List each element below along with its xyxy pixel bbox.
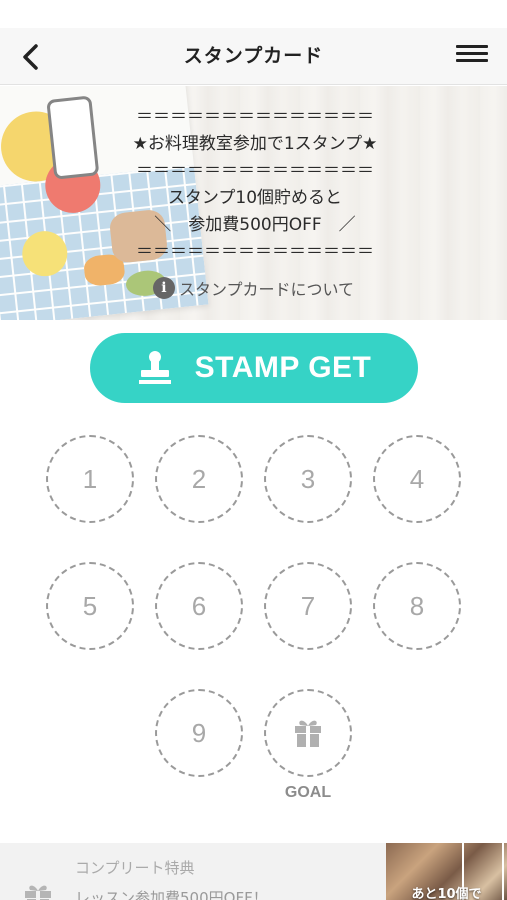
stamp-get-button[interactable]: STAMP GET [90,333,418,403]
stamp-slot: 2 [155,435,243,523]
menu-button[interactable] [455,41,489,71]
info-icon: i [152,277,175,299]
gift-icon [295,720,321,747]
banner-line: スタンプ10個貯めると [167,188,343,208]
navigation-bar: スタンプカード [0,28,507,85]
stamp-slot-number: 7 [300,590,316,621]
stamp-slot-number: 4 [409,463,425,494]
hamburger-menu-icon [456,45,488,48]
stamp-card-banner: ＝＝＝＝＝＝＝＝＝＝＝＝＝＝ ★お料理教室参加で1スタンプ★ ＝＝＝＝＝＝＝＝＝… [0,86,507,320]
goal-label: GOAL [284,784,332,801]
banner-line: ＝＝＝＝＝＝＝＝＝＝＝＝＝＝ [136,161,374,181]
stamp-slot: 1 [46,435,134,523]
about-stamp-card-link[interactable]: i スタンプカードについて [0,276,507,300]
page-title: スタンプカード [183,45,324,67]
banner-text: ＝＝＝＝＝＝＝＝＝＝＝＝＝＝ ★お料理教室参加で1スタンプ★ ＝＝＝＝＝＝＝＝＝… [95,104,415,266]
complete-bonus-bar[interactable]: コンプリート特典 レッスン参加費500円OFF！ あと10個で [0,843,507,900]
banner-line: ＝＝＝＝＝＝＝＝＝＝＝＝＝＝ [136,242,374,262]
stamp-slot-number: 8 [409,590,425,621]
stamp-slot: 4 [373,435,461,523]
stamp-slot: 7 [264,562,352,650]
stamp-slot-number: 6 [191,590,207,621]
remaining-count: あと10個で [411,887,482,900]
stamp-slot: 6 [155,562,243,650]
banner-line: ＼ 参加費500円OFF ／ [154,215,356,235]
stamp-slot: 9 [155,689,243,777]
stamp-slot-goal [264,689,352,777]
stamp-slot-number: 2 [191,463,207,494]
status-bar [0,0,507,28]
stamp-slot-number: 5 [82,590,98,621]
stamp-slot: 8 [373,562,461,650]
banner-line: ＝＝＝＝＝＝＝＝＝＝＝＝＝＝ [136,107,374,127]
gift-icon [25,885,51,900]
banner-line: ★お料理教室参加で1スタンプ★ [132,134,378,154]
complete-bonus-title: コンプリート特典 [75,859,195,877]
bonus-thumbnail: あと10個で [386,843,507,900]
stamp-slot: 5 [46,562,134,650]
stamp-get-label: STAMP GET [194,351,372,384]
stamp-icon [138,351,171,384]
stamp-slot-number: 9 [191,717,207,748]
stamp-slot-number: 3 [300,463,316,494]
complete-bonus-subtitle: レッスン参加費500円OFF！ [75,889,268,900]
stamp-slot-number: 1 [82,463,98,494]
about-stamp-card-label: スタンプカードについて [178,280,355,299]
stamp-slot: 3 [264,435,352,523]
